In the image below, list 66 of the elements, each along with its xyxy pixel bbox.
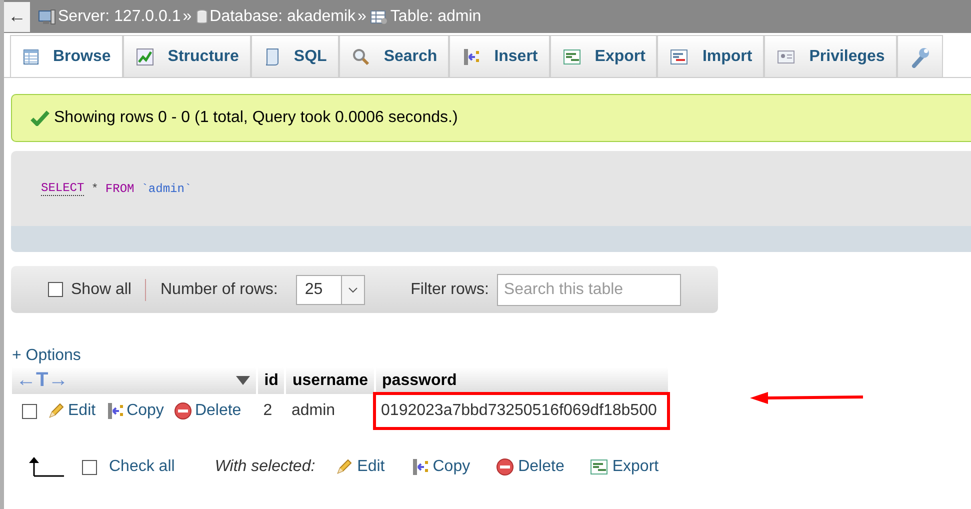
rows-label: Number of rows: [160, 280, 278, 298]
checkbox[interactable] [48, 282, 63, 297]
sql-token: `admin` [141, 182, 192, 196]
table-icon [23, 48, 39, 64]
checkbox-label[interactable]: Show all [71, 280, 132, 298]
delete-icon [496, 458, 514, 476]
sql-token: FROM [105, 182, 134, 196]
filter-label: Filter rows: [410, 280, 489, 298]
server-icon [38, 8, 56, 24]
rows-dropdown[interactable]: 25 [296, 274, 365, 304]
search-icon [352, 48, 370, 66]
message-text: Showing rows 0 - 0 (1 total, Query took 0.0006 seconds.) [54, 109, 458, 127]
table-cell: 2 [257, 394, 286, 428]
bulk-action-button[interactable]: Edit [335, 458, 385, 476]
options-link[interactable]: + Options [12, 347, 81, 365]
column-header[interactable]: id [257, 367, 286, 394]
wrench-icon[interactable] [910, 46, 930, 68]
tab[interactable]: Import [657, 35, 764, 77]
bulk-action-button[interactable]: Export [590, 458, 659, 476]
breadcrumb-link[interactable]: Server: 127.0.0.1 [58, 8, 181, 26]
column-header[interactable]: password [375, 367, 668, 394]
breadcrumb-separator: » [358, 8, 366, 26]
table-icon [370, 8, 388, 24]
column-header[interactable]: username [285, 367, 376, 394]
card-icon [777, 50, 796, 64]
import-icon [670, 48, 688, 64]
tab[interactable]: Export [550, 35, 658, 77]
pencil-icon [335, 458, 354, 476]
back-button[interactable]: ← [4, 2, 30, 32]
sql-token: * [91, 182, 98, 196]
breadcrumb-link[interactable]: Table: admin [390, 8, 482, 26]
table-cell: admin [285, 394, 376, 428]
tab[interactable]: Search [338, 35, 450, 77]
row-action-link[interactable]: Edit [47, 402, 96, 420]
caret-icon [348, 286, 358, 292]
search-field[interactable]: Search this table [496, 274, 681, 306]
with-selected-label: With selected: [214, 458, 316, 476]
dropdown-triangle-icon[interactable] [236, 376, 250, 385]
bulk-action-button[interactable]: Delete [496, 458, 564, 476]
checkbox[interactable] [82, 460, 97, 474]
tab[interactable]: Structure [122, 35, 251, 77]
export-icon [590, 459, 608, 475]
structure-icon [136, 48, 154, 66]
checkbox[interactable] [22, 404, 37, 418]
tab[interactable]: SQL [250, 35, 339, 77]
insert-icon [462, 48, 480, 66]
breadcrumb-separator: » [182, 8, 192, 26]
tab[interactable]: Insert [449, 35, 550, 77]
check-all-link[interactable]: Check all [109, 458, 175, 476]
row-action-link[interactable]: Copy [106, 402, 164, 420]
scroll-icon [264, 48, 280, 66]
tab[interactable]: Browse [10, 35, 123, 77]
pencil-icon [47, 402, 65, 420]
insert-icon [106, 402, 124, 420]
export-icon [562, 48, 581, 64]
delete-icon [174, 402, 192, 420]
table-cell: 0192023a7bbd73250516f069df18b500 [375, 394, 668, 428]
corner-arrow-icon [28, 456, 64, 478]
breadcrumb-link[interactable]: Database: akademik [210, 8, 356, 26]
sql-token: SELECT [41, 181, 84, 196]
tab[interactable]: Privileges [764, 35, 897, 77]
bulk-action-button[interactable]: Copy [410, 458, 470, 476]
insert-icon [410, 458, 429, 476]
database-icon [196, 8, 208, 24]
row-action-link[interactable]: Delete [174, 402, 242, 420]
checkmark-icon [30, 110, 50, 126]
